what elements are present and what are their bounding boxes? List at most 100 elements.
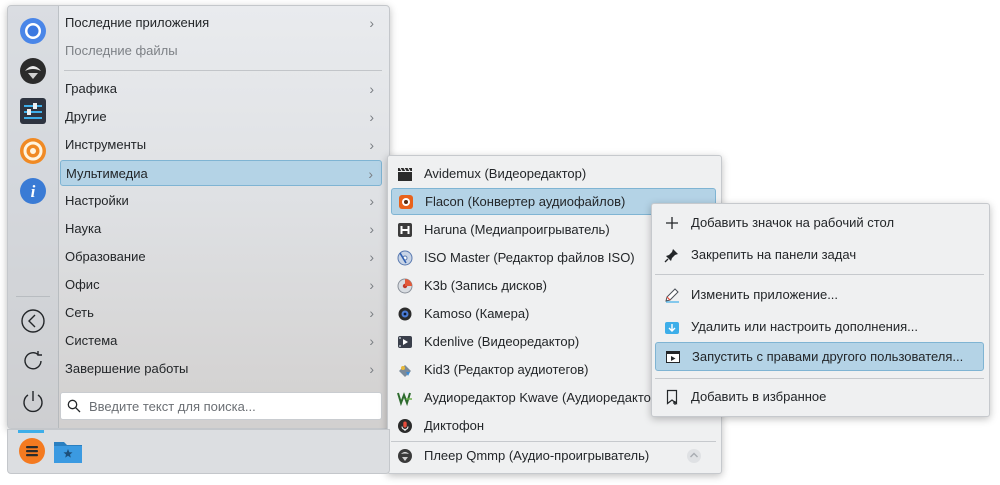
app-label: K3b (Запись дисков) [424, 278, 547, 293]
active-indicator [18, 430, 44, 433]
microphone-icon [396, 417, 414, 435]
category-label: Настройки [65, 193, 129, 208]
category-label: Образование [65, 249, 146, 264]
menu-label: Изменить приложение... [691, 287, 839, 302]
app-launcher-button[interactable] [16, 436, 48, 468]
app-label: Flacon (Конвертер аудиофайлов) [425, 194, 626, 209]
category-office[interactable]: Офис › [60, 272, 382, 298]
chevron-right-icon: › [369, 81, 374, 97]
lock-screen-icon[interactable] [18, 306, 48, 336]
restart-icon[interactable] [18, 346, 48, 376]
addons-icon [663, 318, 681, 336]
chevron-right-icon: › [369, 193, 374, 209]
clapperboard-icon [396, 165, 414, 183]
app-launcher: i Последние приложения › Последние файлы … [7, 5, 390, 429]
search-icon [61, 399, 87, 413]
disc-icon [396, 249, 414, 267]
category-label: Графика [65, 81, 117, 96]
category-label: Последние файлы [65, 43, 178, 58]
app-label: Haruna (Медиапроигрыватель) [424, 222, 610, 237]
app-qmmp[interactable]: Плеер Qmmp (Аудио-проигрыватель) [391, 442, 716, 469]
category-label: Сеть [65, 305, 94, 320]
app-label: Avidemux (Видеоредактор) [424, 166, 587, 181]
category-label: Инструменты [65, 137, 147, 152]
app-label: Kdenlive (Видеоредактор) [424, 334, 580, 349]
context-separator [655, 378, 984, 379]
category-label: Завершение работы [65, 361, 189, 376]
scroll-up-icon[interactable] [686, 448, 702, 467]
chevron-right-icon: › [369, 137, 374, 153]
settings-sliders-icon[interactable] [18, 96, 48, 126]
favorites-column: i [8, 6, 59, 428]
camera-icon [396, 305, 414, 323]
taskbar [7, 429, 390, 474]
category-system[interactable]: Система › [60, 328, 382, 354]
info-center-icon[interactable]: i [18, 176, 48, 206]
menu-label: Закрепить на панели задач [691, 247, 857, 262]
chevron-right-icon: › [369, 361, 374, 377]
pin-to-taskbar-item[interactable]: Закрепить на панели задач [655, 240, 984, 269]
category-education[interactable]: Образование › [60, 244, 382, 270]
category-separator [64, 70, 382, 71]
svg-text:i: i [31, 182, 36, 201]
category-label: Система [65, 333, 118, 348]
web-browser-icon[interactable] [18, 56, 48, 86]
run-as-other-user-item[interactable]: Запустить с правами другого пользователя… [655, 342, 984, 371]
shutdown-icon[interactable] [18, 386, 48, 416]
context-separator [655, 274, 984, 275]
chevron-right-icon: › [369, 277, 374, 293]
category-recent-files[interactable]: Последние файлы [60, 38, 382, 64]
category-label: Наука [65, 221, 102, 236]
category-settings[interactable]: Настройки › [60, 188, 382, 214]
launcher-icon [18, 437, 46, 468]
category-label: Другие [65, 109, 107, 124]
favorites-separator [16, 296, 50, 297]
edit-app-icon [663, 286, 681, 304]
category-multimedia[interactable]: Мультимедиа › [60, 160, 382, 186]
pin-icon [663, 246, 681, 264]
context-menu: Добавить значок на рабочий стол Закрепит… [651, 203, 990, 417]
manage-addons-item[interactable]: Удалить или настроить дополнения... [655, 312, 984, 341]
category-label: Последние приложения [65, 15, 210, 30]
category-other[interactable]: Другие › [60, 104, 382, 130]
app-label: Диктофон [424, 418, 485, 433]
haruna-icon [396, 221, 414, 239]
kdenlive-icon [396, 333, 414, 351]
chevron-right-icon: › [369, 221, 374, 237]
add-to-desktop-item[interactable]: Добавить значок на рабочий стол [655, 208, 984, 237]
category-science[interactable]: Наука › [60, 216, 382, 242]
plus-icon [663, 214, 681, 232]
flacon-icon [397, 193, 415, 211]
software-center-icon[interactable] [18, 136, 48, 166]
category-internet[interactable]: Сеть › [60, 300, 382, 326]
app-avidemux[interactable]: Avidemux (Видеоредактор) [391, 160, 716, 187]
menu-label: Удалить или настроить дополнения... [691, 319, 918, 334]
kwave-icon [396, 389, 414, 407]
chevron-right-icon: › [369, 333, 374, 349]
chevron-right-icon: › [368, 166, 373, 182]
edit-application-item[interactable]: Изменить приложение... [655, 280, 984, 309]
category-recent-apps[interactable]: Последние приложения › [60, 10, 382, 36]
app-label: ISO Master (Редактор файлов ISO) [424, 250, 635, 265]
chevron-right-icon: › [369, 15, 374, 31]
search-input[interactable] [87, 397, 371, 415]
category-leave[interactable]: Завершение работы › [60, 356, 382, 382]
qmmp-icon [396, 447, 414, 465]
kid3-icon [396, 361, 414, 379]
category-utilities[interactable]: Инструменты › [60, 132, 382, 158]
chromium-icon[interactable] [18, 16, 48, 46]
app-label: Kid3 (Редактор аудиотегов) [424, 362, 589, 377]
chevron-right-icon: › [369, 305, 374, 321]
category-label: Мультимедиа [66, 166, 148, 181]
app-label: Плеер Qmmp (Аудио-проигрыватель) [424, 448, 650, 463]
folder-icon [53, 437, 83, 468]
run-as-icon [664, 348, 682, 366]
add-to-favorites-item[interactable]: Добавить в избранное [655, 382, 984, 411]
app-label: Kamoso (Камера) [424, 306, 530, 321]
chevron-right-icon: › [369, 109, 374, 125]
bookmark-icon [663, 388, 681, 406]
file-manager-button[interactable] [52, 436, 84, 468]
search-box[interactable] [60, 392, 382, 420]
category-graphics[interactable]: Графика › [60, 76, 382, 102]
chevron-right-icon: › [369, 249, 374, 265]
